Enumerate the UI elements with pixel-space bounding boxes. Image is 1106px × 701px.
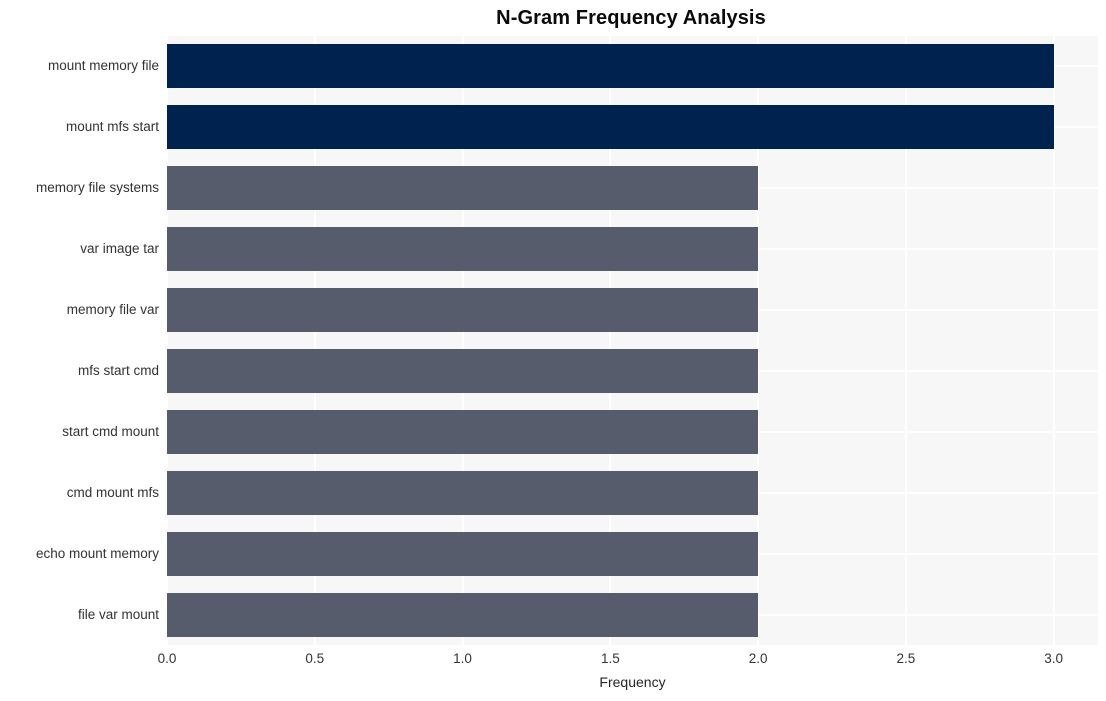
bar[interactable] [167,470,759,515]
y-axis-tick-label: mfs start cmd [77,362,159,378]
y-axis-tick-label: var image tar [80,241,159,257]
bar[interactable] [167,166,759,211]
x-axis-tick-label: 2.0 [748,651,768,666]
x-axis-tick-label: 1.5 [600,651,620,666]
y-axis-tick-labels: mount memory file mount mfs start memory f… [0,36,159,645]
bar[interactable] [167,531,759,576]
x-axis-tick-label: 2.5 [896,651,916,666]
y-axis-tick-label: memory file var [66,302,159,318]
y-axis-tick-label: echo mount memory [35,545,159,561]
x-axis-tick-label: 3.0 [1044,651,1064,666]
bar[interactable] [167,409,759,454]
bar[interactable] [167,105,1054,150]
bar[interactable] [167,44,1054,89]
chart-figure: N-Gram Frequency Analysis mount memory f… [0,0,1106,701]
x-axis-tick-labels: 0.0 0.5 1.0 1.5 2.0 2.5 3.0 [0,650,1106,670]
y-axis-tick-label: cmd mount mfs [66,484,159,500]
x-axis-label: Frequency [599,674,666,690]
bar[interactable] [167,348,759,393]
x-axis-tick-label: 0.5 [305,651,325,666]
y-axis-tick-label: file var mount [77,606,159,622]
bar[interactable] [167,592,759,637]
x-axis-tick-label: 1.0 [453,651,472,666]
plot-area [167,36,1098,645]
bar[interactable] [167,288,759,333]
bar[interactable] [167,227,759,272]
x-axis-tick-label: 0.0 [157,651,177,666]
y-axis-tick-label: mount mfs start [65,119,159,135]
y-axis-tick-label: mount memory file [47,58,159,74]
y-axis-tick-label: start cmd mount [62,423,159,439]
chart-title: N-Gram Frequency Analysis [496,7,766,29]
y-axis-tick-label: memory file systems [35,180,159,196]
